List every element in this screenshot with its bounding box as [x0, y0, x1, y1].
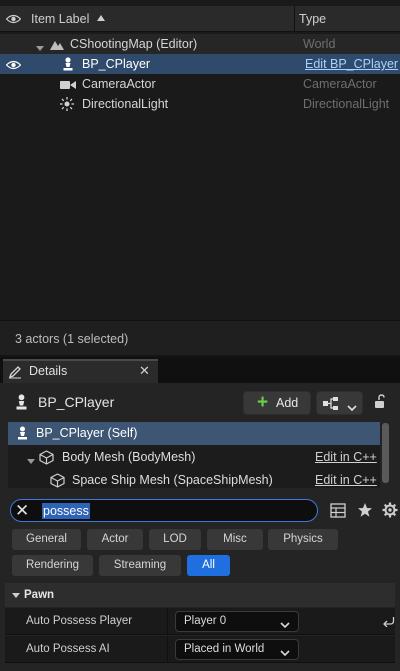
outliner-row-label: CShootingMap (Editor)	[70, 37, 198, 51]
plus-icon: +	[257, 392, 269, 413]
column-divider[interactable]	[167, 636, 168, 663]
property-row-auto-possess-player: Auto Possess Player Player 0	[5, 608, 395, 635]
auto-possess-ai-dropdown[interactable]: Placed in World	[175, 639, 299, 660]
component-row-space-ship-mesh[interactable]: Space Ship Mesh (SpaceShipMesh) Edit in …	[8, 469, 380, 488]
chevron-down-icon	[347, 400, 357, 414]
component-label: Space Ship Mesh (SpaceShipMesh)	[72, 473, 273, 487]
property-row-auto-possess-ai: Auto Possess AI Placed in World	[5, 636, 395, 663]
world-outliner: Item Label Type CShootingMap (Editor) Wo…	[0, 0, 400, 355]
edit-blueprint-link[interactable]: Edit BP_CPlayer	[305, 57, 398, 71]
outliner-row-directional-light[interactable]: DirectionalLight DirectionalLight	[0, 94, 400, 114]
sun-icon	[60, 97, 74, 114]
filter-general[interactable]: General	[12, 529, 81, 550]
pawn-icon	[62, 57, 74, 74]
component-label: Body Mesh (BodyMesh)	[62, 450, 196, 464]
star-icon[interactable]	[357, 502, 373, 521]
edit-in-cpp-link[interactable]: Edit in C++	[315, 450, 377, 464]
lock-icon[interactable]	[373, 394, 388, 412]
add-button-label: Add	[276, 396, 299, 410]
actor-count-text: 3 actors (1 selected)	[15, 332, 129, 346]
chevron-down-icon	[280, 645, 290, 659]
outliner-status-bar: 3 actors (1 selected)	[0, 320, 400, 355]
chevron-down-icon	[280, 617, 290, 631]
property-name: Auto Possess AI	[26, 643, 110, 655]
filter-misc[interactable]: Misc	[207, 529, 263, 550]
category-header-pawn[interactable]: Pawn	[5, 583, 395, 607]
pawn-icon	[17, 426, 28, 443]
visibility-eye-icon[interactable]	[5, 59, 22, 73]
camera-icon	[60, 79, 76, 93]
close-tab-icon[interactable]: ✕	[139, 363, 150, 379]
component-tree-scrollbar[interactable]	[382, 423, 389, 483]
static-mesh-icon	[50, 473, 65, 488]
add-component-button[interactable]: + Add	[243, 391, 311, 415]
component-tree: BP_CPlayer (Self) Body Mesh (BodyMesh) E…	[8, 422, 380, 488]
eye-icon[interactable]	[5, 13, 22, 27]
component-label: BP_CPlayer (Self)	[36, 426, 138, 440]
filter-actor[interactable]: Actor	[87, 529, 143, 550]
collapse-arrow-icon[interactable]	[27, 454, 35, 468]
column-header-type[interactable]: Type	[299, 12, 326, 26]
outliner-row-type: CameraActor	[303, 77, 377, 91]
tab-label: Details	[29, 364, 68, 378]
dropdown-value: Player 0	[184, 615, 227, 627]
outliner-row-label: CameraActor	[82, 77, 156, 91]
blueprint-options-button[interactable]	[316, 391, 363, 415]
property-matrix-icon[interactable]	[330, 503, 346, 521]
component-row-body-mesh[interactable]: Body Mesh (BodyMesh) Edit in C++	[8, 446, 380, 469]
world-icon	[50, 38, 64, 54]
outliner-row-world[interactable]: CShootingMap (Editor) World	[0, 34, 400, 54]
outliner-row-bp-cplayer[interactable]: BP_CPlayer Edit BP_CPlayer	[0, 54, 400, 74]
filter-all[interactable]: All	[187, 555, 230, 576]
details-panel: BP_CPlayer + Add BP_CPlayer (Self) Body …	[0, 383, 400, 671]
tab-details[interactable]: Details ✕	[3, 359, 158, 383]
sort-ascending-icon[interactable]	[97, 15, 105, 21]
filter-lod[interactable]: LOD	[149, 529, 201, 550]
component-row-self[interactable]: BP_CPlayer (Self)	[8, 422, 380, 445]
collapse-arrow-icon[interactable]	[12, 593, 20, 598]
column-header-item-label[interactable]: Item Label	[31, 12, 89, 26]
filter-streaming[interactable]: Streaming	[99, 555, 181, 576]
actor-name: BP_CPlayer	[38, 394, 115, 410]
edit-in-cpp-link[interactable]: Edit in C++	[315, 473, 377, 487]
property-name: Auto Possess Player	[26, 615, 133, 627]
blueprint-icon	[323, 397, 341, 413]
gear-icon[interactable]	[382, 502, 398, 521]
category-label: Pawn	[24, 589, 55, 601]
pawn-icon	[15, 394, 28, 413]
collapse-arrow-icon[interactable]	[36, 41, 44, 55]
dropdown-value: Placed in World	[184, 643, 265, 655]
static-mesh-icon	[39, 450, 54, 468]
outliner-row-label: BP_CPlayer	[82, 57, 151, 71]
reset-to-default-icon[interactable]	[383, 615, 395, 630]
auto-possess-player-dropdown[interactable]: Player 0	[175, 611, 299, 632]
outliner-row-type: World	[303, 37, 336, 51]
outliner-row-label: DirectionalLight	[82, 97, 169, 111]
tab-strip: Details ✕	[0, 357, 400, 383]
pencil-icon	[8, 365, 22, 382]
details-search-field[interactable]: ✕ possess	[10, 499, 318, 522]
search-input[interactable]: possess	[42, 503, 90, 519]
clear-search-icon[interactable]: ✕	[15, 501, 29, 521]
column-divider[interactable]	[167, 608, 168, 635]
column-divider[interactable]	[294, 6, 295, 32]
outliner-row-type: DirectionalLight	[303, 97, 390, 111]
filter-physics[interactable]: Physics	[268, 529, 338, 550]
outliner-header: Item Label Type	[0, 6, 400, 32]
outliner-row-camera-actor[interactable]: CameraActor CameraActor	[0, 74, 400, 94]
filter-rendering[interactable]: Rendering	[12, 555, 93, 576]
